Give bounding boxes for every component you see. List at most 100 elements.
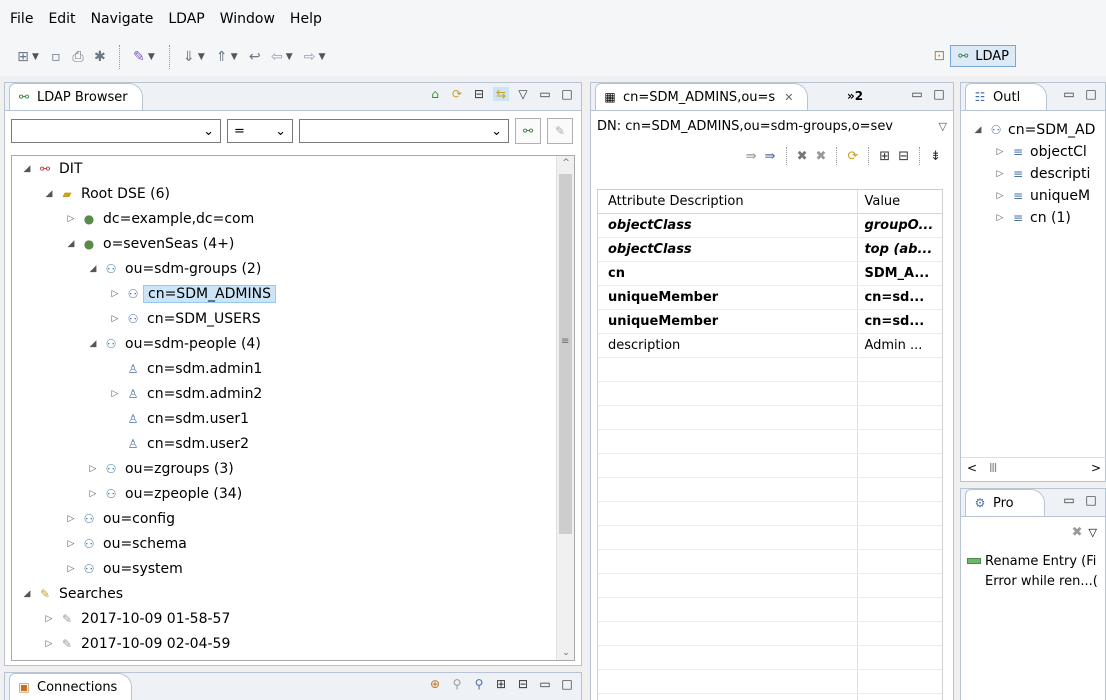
delete-icon[interactable]: ✖: [797, 149, 808, 164]
back-icon[interactable]: ⇦: [266, 46, 288, 68]
tree-node[interactable]: ◢ ⚇ ou=sdm-people (4): [12, 331, 558, 356]
settings-icon[interactable]: ✱: [89, 46, 111, 68]
tab-ldap-browser[interactable]: ⚯ LDAP Browser: [9, 83, 143, 110]
outline-hscrollbar[interactable]: < Ⅲ >: [961, 457, 1106, 477]
progress-entry[interactable]: Rename Entry (Fi: [967, 551, 1099, 571]
menu-window[interactable]: Window: [220, 11, 275, 27]
expanded-icon[interactable]: ◢: [20, 164, 34, 174]
outline-item[interactable]: ▷ ≡ objectCl: [971, 141, 1105, 163]
prev-annotation-dropdown-icon[interactable]: ▼: [231, 52, 238, 62]
expanded-icon[interactable]: ◢: [86, 264, 100, 274]
collapsed-icon[interactable]: ▷: [64, 514, 78, 524]
table-row[interactable]: uniqueMember cn=sd...: [598, 286, 942, 310]
expanded-icon[interactable]: ◢: [971, 125, 985, 135]
view-menu-icon[interactable]: ▽: [1089, 526, 1097, 539]
collapse-all-icon[interactable]: ⊟: [515, 677, 531, 691]
tab-properties[interactable]: ⚙ Pro: [965, 489, 1045, 516]
minimize-icon[interactable]: ▭: [909, 87, 925, 101]
expand-all-icon[interactable]: ⊞: [493, 677, 509, 691]
next-annotation-icon[interactable]: ⇓: [178, 46, 200, 68]
tree-node[interactable]: ▷ ⚇ cn=SDM_ADMINS: [12, 281, 558, 306]
link-with-editor-icon[interactable]: ⇆: [493, 87, 509, 101]
collapse-all-icon[interactable]: ⊟: [898, 149, 909, 164]
save-icon[interactable]: ▫: [45, 46, 67, 68]
new-connection-icon[interactable]: ⊕: [427, 677, 443, 691]
scroll-down-icon[interactable]: ⌄: [557, 648, 574, 658]
tab-outline[interactable]: ☷ Outl: [965, 83, 1048, 110]
tree-node[interactable]: ♙ cn=sdm.user2: [12, 431, 558, 456]
collapsed-icon[interactable]: ▷: [64, 214, 78, 224]
forward-icon[interactable]: ⇨: [299, 46, 321, 68]
connect-plug-icon[interactable]: ⚲: [471, 677, 487, 691]
tree-node[interactable]: ◢ ⚇ ou=sdm-groups (2): [12, 256, 558, 281]
outline-item[interactable]: ▷ ≡ descripti: [971, 163, 1105, 185]
connect-dropdown-icon[interactable]: ▼: [148, 52, 155, 62]
expanded-icon[interactable]: ◢: [86, 339, 100, 349]
tree-node[interactable]: ▷ ⚇ ou=system: [12, 556, 558, 581]
tree-node[interactable]: ◢ ✎ Searches: [12, 581, 558, 606]
prev-annotation-icon[interactable]: ⇑: [211, 46, 233, 68]
collapsed-icon[interactable]: ▷: [993, 169, 1007, 179]
tab-entry-editor[interactable]: ▦ cn=SDM_ADMINS,ou=s ✕: [595, 83, 809, 110]
collapsed-icon[interactable]: ▷: [108, 389, 122, 399]
collapsed-icon[interactable]: ▷: [993, 147, 1007, 157]
maximize-icon[interactable]: □: [559, 677, 575, 691]
tree-node[interactable]: ♙ cn=sdm.user1: [12, 406, 558, 431]
tree-node[interactable]: ▷ ⚇ ou=config: [12, 506, 558, 531]
refresh-icon[interactable]: ⟳: [847, 149, 858, 164]
table-row[interactable]: description Admin ...: [598, 334, 942, 358]
value-select[interactable]: ⌄: [299, 119, 509, 143]
collapsed-icon[interactable]: ▷: [64, 539, 78, 549]
close-icon[interactable]: ✕: [784, 91, 793, 104]
scroll-up-icon[interactable]: ^: [557, 158, 574, 168]
clear-search-button[interactable]: ✎: [547, 118, 573, 144]
scrollbar-thumb[interactable]: [559, 174, 572, 534]
tree-node[interactable]: ◢ ● o=sevenSeas (4+): [12, 231, 558, 256]
table-row[interactable]: uniqueMember cn=sd...: [598, 310, 942, 334]
collapsed-icon[interactable]: ▷: [86, 464, 100, 474]
maximize-icon[interactable]: □: [559, 87, 575, 101]
connect-icon[interactable]: ✎: [128, 46, 150, 68]
new-attribute-icon[interactable]: ⇛: [765, 149, 776, 164]
collapsed-icon[interactable]: ▷: [42, 639, 56, 649]
column-header-value[interactable]: Value: [858, 190, 942, 213]
minimize-icon[interactable]: ▭: [537, 677, 553, 691]
show-operational-icon[interactable]: ⇟: [930, 149, 941, 164]
dn-menu-icon[interactable]: ▽: [939, 120, 947, 133]
editor-overflow[interactable]: »2: [847, 89, 863, 103]
outline-item[interactable]: ▷ ≡ cn (1): [971, 207, 1105, 229]
collapsed-icon[interactable]: ▷: [86, 489, 100, 499]
new-value-icon[interactable]: ⇛: [746, 149, 757, 164]
maximize-icon[interactable]: □: [931, 87, 947, 101]
disconnect-icon[interactable]: ⚲: [449, 677, 465, 691]
collapsed-icon[interactable]: ▷: [993, 191, 1007, 201]
refresh-icon[interactable]: ⟳: [449, 87, 465, 101]
menu-help[interactable]: Help: [290, 11, 322, 27]
column-header-attribute[interactable]: Attribute Description: [598, 190, 859, 213]
print-icon[interactable]: ⎙: [67, 46, 89, 68]
tree-node[interactable]: ▷ ♙ cn=sdm.admin2: [12, 381, 558, 406]
expanded-icon[interactable]: ◢: [42, 189, 56, 199]
tab-connections[interactable]: ▣ Connections: [9, 673, 133, 700]
collapsed-icon[interactable]: ▷: [42, 614, 56, 624]
new-dropdown-icon[interactable]: ▼: [32, 52, 39, 62]
menu-file[interactable]: File: [10, 11, 33, 27]
tree-node[interactable]: ▷ ⚇ ou=schema: [12, 531, 558, 556]
expand-all-icon[interactable]: ⊞: [879, 149, 890, 164]
menu-navigate[interactable]: Navigate: [91, 11, 154, 27]
collapsed-icon[interactable]: ▷: [108, 289, 122, 299]
home-icon[interactable]: ⌂: [427, 87, 443, 101]
tree-node[interactable]: ▷ ⚇ ou=zpeople (34): [12, 481, 558, 506]
tree-node[interactable]: ▷ ● dc=example,dc=com: [12, 206, 558, 231]
collapse-all-icon[interactable]: ⊟: [471, 87, 487, 101]
table-row[interactable]: objectClass top (ab...: [598, 238, 942, 262]
tree-node[interactable]: ◢ ⚯ DIT: [12, 156, 558, 181]
new-icon[interactable]: ⊞: [12, 46, 34, 68]
outline-root[interactable]: ◢ ⚇ cn=SDM_AD: [971, 119, 1105, 141]
table-row[interactable]: objectClass groupO...: [598, 214, 942, 238]
tree-scrollbar[interactable]: ^ ≡ ⌄: [556, 156, 574, 660]
menu-ldap[interactable]: LDAP: [168, 11, 204, 27]
tree-node[interactable]: ◢ ▰ Root DSE (6): [12, 181, 558, 206]
forward-dropdown-icon[interactable]: ▼: [319, 52, 326, 62]
maximize-icon[interactable]: □: [1083, 493, 1099, 507]
